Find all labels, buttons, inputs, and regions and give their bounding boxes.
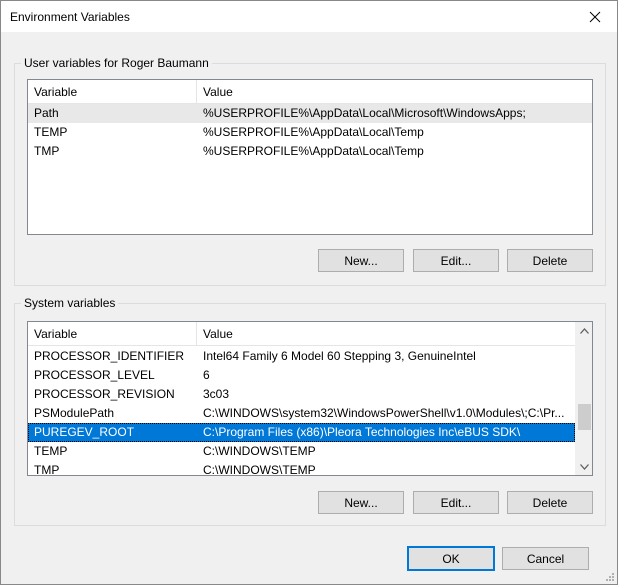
- column-header-value[interactable]: Value: [197, 80, 592, 104]
- system-edit-button[interactable]: Edit...: [413, 491, 499, 514]
- scroll-up-arrow[interactable]: [576, 322, 592, 339]
- value-cell: 3c03: [203, 387, 230, 401]
- user-variables-header: Variable Value: [28, 80, 592, 104]
- window-title: Environment Variables: [10, 10, 130, 24]
- variable-cell: TMP: [34, 144, 60, 158]
- value-cell: C:\WINDOWS\TEMP: [203, 463, 316, 476]
- variable-cell: PSModulePath: [34, 406, 115, 420]
- variable-cell: TEMP: [34, 444, 68, 458]
- variable-cell: PUREGEV_ROOT: [34, 425, 135, 439]
- environment-variables-dialog: Environment Variables User variables for…: [0, 0, 618, 585]
- scroll-down-arrow[interactable]: [576, 458, 592, 475]
- table-row[interactable]: PROCESSOR_IDENTIFIER Intel64 Family 6 Mod…: [28, 347, 575, 366]
- cancel-button[interactable]: Cancel: [502, 547, 589, 570]
- close-button[interactable]: [573, 1, 617, 32]
- table-row[interactable]: PROCESSOR_REVISION 3c03: [28, 385, 575, 404]
- user-variables-list[interactable]: Variable Value Path %USERPROFILE%\AppData…: [27, 79, 593, 235]
- system-new-button-label: New...: [344, 495, 378, 510]
- table-row[interactable]: Path %USERPROFILE%\AppData\Local\Microsof…: [28, 104, 592, 123]
- variable-cell: PROCESSOR_LEVEL: [34, 368, 155, 382]
- user-delete-button[interactable]: Delete: [507, 249, 593, 272]
- value-cell: 6: [203, 368, 210, 382]
- system-variables-header: Variable Value: [28, 322, 575, 346]
- system-variables-group-title: System variables: [21, 296, 119, 310]
- value-cell: Intel64 Family 6 Model 60 Stepping 3, Ge…: [203, 349, 476, 363]
- system-edit-button-label: Edit...: [440, 495, 472, 510]
- system-delete-button-label: Delete: [532, 495, 568, 510]
- close-icon: [589, 11, 601, 22]
- system-variables-scrollbar[interactable]: [575, 322, 592, 475]
- user-variables-rows: Path %USERPROFILE%\AppData\Local\Microsof…: [28, 104, 592, 161]
- table-row[interactable]: PROCESSOR_LEVEL 6: [28, 366, 575, 385]
- user-edit-button[interactable]: Edit...: [413, 249, 499, 272]
- ok-button-label: OK: [442, 551, 460, 566]
- table-row[interactable]: TEMP %USERPROFILE%\AppData\Local\Temp: [28, 123, 592, 142]
- user-new-button[interactable]: New...: [318, 249, 404, 272]
- table-row[interactable]: PUREGEV_ROOT C:\Program Files (x86)\Pleor…: [28, 423, 575, 442]
- variable-cell: TMP: [34, 463, 60, 476]
- variable-cell: PROCESSOR_IDENTIFIER: [34, 349, 185, 363]
- column-header-value[interactable]: Value: [197, 322, 575, 346]
- user-delete-button-label: Delete: [532, 253, 568, 268]
- chevron-up-icon: [580, 327, 589, 334]
- user-new-button-label: New...: [344, 253, 378, 268]
- resize-grip-icon[interactable]: [603, 570, 615, 582]
- system-variables-rows: PROCESSOR_IDENTIFIER Intel64 Family 6 Mod…: [28, 347, 575, 476]
- value-cell: C:\Program Files (x86)\Pleora Technologi…: [203, 425, 521, 439]
- user-edit-button-label: Edit...: [440, 253, 472, 268]
- table-row[interactable]: TEMP C:\WINDOWS\TEMP: [28, 442, 575, 461]
- column-header-variable[interactable]: Variable: [28, 80, 197, 104]
- user-variables-group-title: User variables for Roger Baumann: [21, 56, 212, 70]
- variable-cell: TEMP: [34, 125, 68, 139]
- table-row[interactable]: TMP C:\WINDOWS\TEMP: [28, 461, 575, 476]
- value-cell: %USERPROFILE%\AppData\Local\Temp: [203, 144, 424, 158]
- system-delete-button[interactable]: Delete: [507, 491, 593, 514]
- system-variables-list[interactable]: Variable Value PROCESSOR_IDENTIFIER Intel…: [27, 321, 593, 476]
- value-cell: %USERPROFILE%\AppData\Local\Microsoft\Wi…: [203, 106, 526, 120]
- value-cell: %USERPROFILE%\AppData\Local\Temp: [203, 125, 424, 139]
- column-header-variable[interactable]: Variable: [28, 322, 197, 346]
- ok-button[interactable]: OK: [407, 546, 495, 571]
- chevron-down-icon: [580, 463, 589, 470]
- value-cell: C:\WINDOWS\system32\WindowsPowerShell\v1…: [203, 406, 565, 420]
- table-row[interactable]: PSModulePath C:\WINDOWS\system32\WindowsP…: [28, 404, 575, 423]
- cancel-button-label: Cancel: [526, 551, 565, 566]
- variable-cell: Path: [34, 106, 59, 120]
- value-cell: C:\WINDOWS\TEMP: [203, 444, 316, 458]
- title-bar: Environment Variables: [1, 1, 617, 32]
- system-new-button[interactable]: New...: [318, 491, 404, 514]
- variable-cell: PROCESSOR_REVISION: [34, 387, 175, 401]
- table-row[interactable]: TMP %USERPROFILE%\AppData\Local\Temp: [28, 142, 592, 161]
- scroll-thumb[interactable]: [578, 404, 591, 430]
